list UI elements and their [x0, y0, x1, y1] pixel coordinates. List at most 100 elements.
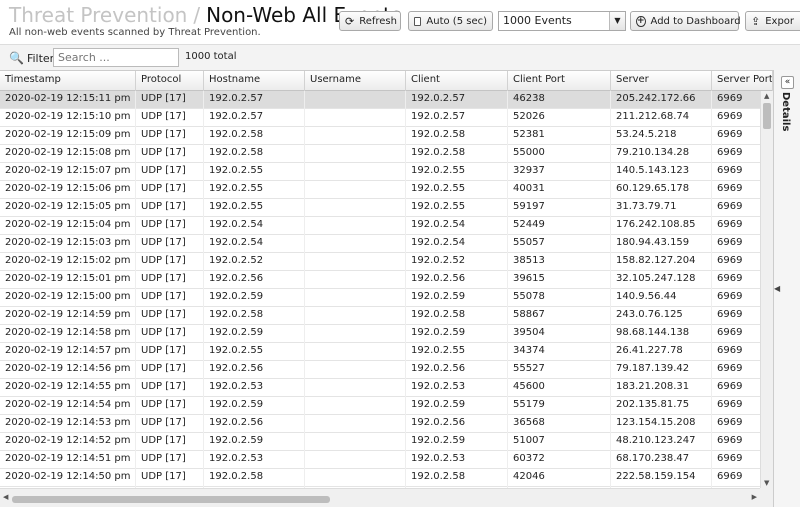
cell-timestamp: 2020-02-19 12:15:03 pm	[0, 235, 136, 253]
table-row[interactable]: 2020-02-19 12:14:59 pm UDP [17] 192.0.2.58…	[0, 307, 760, 325]
cell-server: 31.73.79.71	[611, 199, 712, 217]
column-header-client-port[interactable]: Client Port	[508, 71, 611, 91]
table-row[interactable]: 2020-02-19 12:14:58 pm UDP [17] 192.0.2.59…	[0, 325, 760, 343]
table-row[interactable]: 2020-02-19 12:15:01 pm UDP [17] 192.0.2.56…	[0, 271, 760, 289]
column-header-protocol[interactable]: Protocol	[136, 71, 204, 91]
scroll-down-icon[interactable]: ▼	[764, 479, 769, 487]
splitter-arrow-icon[interactable]: ◀	[774, 284, 780, 293]
cell-timestamp: 2020-02-19 12:15:07 pm	[0, 163, 136, 181]
cell-timestamp: 2020-02-19 12:14:55 pm	[0, 379, 136, 397]
export-button[interactable]: ⇪ Expor	[745, 11, 800, 31]
table-row[interactable]: 2020-02-19 12:15:04 pm UDP [17] 192.0.2.54…	[0, 217, 760, 235]
cell-server-port: 6969	[712, 451, 760, 469]
cell-protocol: UDP [17]	[136, 271, 204, 289]
column-header-server[interactable]: Server	[611, 71, 712, 91]
table-row[interactable]: 2020-02-19 12:15:09 pm UDP [17] 192.0.2.58…	[0, 127, 760, 145]
horizontal-scrollbar[interactable]: ◀ ▶	[0, 488, 760, 507]
cell-server: 68.170.238.47	[611, 451, 712, 469]
breadcrumb-separator: /	[193, 3, 201, 27]
cell-server-port: 6969	[712, 361, 760, 379]
cell-client-port: 59197	[508, 199, 611, 217]
cell-server-port: 6969	[712, 217, 760, 235]
cell-client: 192.0.2.54	[406, 235, 508, 253]
add-to-dashboard-button[interactable]: + Add to Dashboard	[630, 11, 741, 31]
cell-hostname: 192.0.2.55	[204, 343, 305, 361]
column-header-username[interactable]: Username	[305, 71, 406, 91]
vertical-scroll-thumb[interactable]	[763, 103, 771, 129]
horizontal-scroll-thumb[interactable]	[12, 496, 330, 503]
refresh-button[interactable]: ⟳ Refresh	[339, 11, 401, 31]
table-row[interactable]: 2020-02-19 12:15:05 pm UDP [17] 192.0.2.55…	[0, 199, 760, 217]
cell-server-port: 6969	[712, 379, 760, 397]
details-panel-label[interactable]: Details	[780, 92, 791, 131]
cell-server-port: 6969	[712, 163, 760, 181]
table-row[interactable]: 2020-02-19 12:14:55 pm UDP [17] 192.0.2.53…	[0, 379, 760, 397]
cell-server: 176.242.108.85	[611, 217, 712, 235]
cell-server-port: 6969	[712, 199, 760, 217]
events-count-select[interactable]: 1000 Events ▼	[498, 11, 626, 31]
cell-username	[305, 379, 406, 397]
table-row[interactable]: 2020-02-19 12:14:51 pm UDP [17] 192.0.2.53…	[0, 451, 760, 469]
cell-protocol: UDP [17]	[136, 199, 204, 217]
cell-server: 140.9.56.44	[611, 289, 712, 307]
add-to-dashboard-label: Add to Dashboard	[650, 15, 741, 27]
table-row[interactable]: 2020-02-19 12:15:06 pm UDP [17] 192.0.2.55…	[0, 181, 760, 199]
cell-client: 192.0.2.55	[406, 199, 508, 217]
vertical-scrollbar[interactable]: ▲ ▼	[760, 91, 773, 488]
table-row[interactable]: 2020-02-19 12:14:50 pm UDP [17] 192.0.2.58…	[0, 469, 760, 487]
breadcrumb-threat-prevention[interactable]: Threat Prevention	[9, 3, 187, 27]
table-row[interactable]: 2020-02-19 12:15:03 pm UDP [17] 192.0.2.54…	[0, 235, 760, 253]
cell-protocol: UDP [17]	[136, 91, 204, 109]
column-header-server-port[interactable]: Server Port	[712, 71, 773, 91]
cell-client: 192.0.2.53	[406, 379, 508, 397]
cell-client-port: 45600	[508, 379, 611, 397]
details-panel: « Details ◀	[773, 70, 800, 507]
chevron-down-icon[interactable]: ▼	[609, 12, 625, 30]
cell-protocol: UDP [17]	[136, 379, 204, 397]
cell-client-port: 36568	[508, 415, 611, 433]
search-input[interactable]	[53, 48, 179, 67]
table-row[interactable]: 2020-02-19 12:15:08 pm UDP [17] 192.0.2.58…	[0, 145, 760, 163]
cell-client: 192.0.2.59	[406, 289, 508, 307]
cell-client-port: 52449	[508, 217, 611, 235]
cell-server-port: 6969	[712, 469, 760, 487]
column-header-hostname[interactable]: Hostname	[204, 71, 305, 91]
table-row[interactable]: 2020-02-19 12:15:02 pm UDP [17] 192.0.2.52…	[0, 253, 760, 271]
cell-client-port: 46238	[508, 91, 611, 109]
cell-client: 192.0.2.56	[406, 415, 508, 433]
cell-client: 192.0.2.58	[406, 145, 508, 163]
expand-details-icon[interactable]: «	[781, 76, 794, 89]
cell-username	[305, 289, 406, 307]
auto-refresh-toggle[interactable]: Auto (5 sec)	[408, 11, 493, 31]
scroll-right-icon[interactable]: ▶	[752, 493, 757, 501]
table-row[interactable]: 2020-02-19 12:14:57 pm UDP [17] 192.0.2.55…	[0, 343, 760, 361]
cell-protocol: UDP [17]	[136, 415, 204, 433]
cell-username	[305, 415, 406, 433]
cell-timestamp: 2020-02-19 12:14:53 pm	[0, 415, 136, 433]
scroll-left-icon[interactable]: ◀	[3, 493, 8, 501]
cell-username	[305, 361, 406, 379]
cell-client-port: 39504	[508, 325, 611, 343]
table-row[interactable]: 2020-02-19 12:15:10 pm UDP [17] 192.0.2.57…	[0, 109, 760, 127]
cell-username	[305, 433, 406, 451]
table-row[interactable]: 2020-02-19 12:15:00 pm UDP [17] 192.0.2.59…	[0, 289, 760, 307]
column-header-timestamp[interactable]: Timestamp	[0, 71, 136, 91]
table-row[interactable]: 2020-02-19 12:14:56 pm UDP [17] 192.0.2.56…	[0, 361, 760, 379]
table-row[interactable]: 2020-02-19 12:14:52 pm UDP [17] 192.0.2.59…	[0, 433, 760, 451]
cell-server: 32.105.247.128	[611, 271, 712, 289]
table-row[interactable]: 2020-02-19 12:14:54 pm UDP [17] 192.0.2.59…	[0, 397, 760, 415]
cell-timestamp: 2020-02-19 12:14:57 pm	[0, 343, 136, 361]
cell-timestamp: 2020-02-19 12:15:02 pm	[0, 253, 136, 271]
cell-timestamp: 2020-02-19 12:14:50 pm	[0, 469, 136, 487]
cell-server: 243.0.76.125	[611, 307, 712, 325]
table-row[interactable]: 2020-02-19 12:15:11 pm UDP [17] 192.0.2.57…	[0, 91, 760, 109]
table-row[interactable]: 2020-02-19 12:15:07 pm UDP [17] 192.0.2.55…	[0, 163, 760, 181]
column-header-client[interactable]: Client	[406, 71, 508, 91]
auto-refresh-checkbox[interactable]	[414, 16, 422, 26]
cell-client: 192.0.2.58	[406, 307, 508, 325]
cell-hostname: 192.0.2.54	[204, 217, 305, 235]
cell-client-port: 38513	[508, 253, 611, 271]
scroll-up-icon[interactable]: ▲	[764, 92, 769, 100]
cell-username	[305, 235, 406, 253]
table-row[interactable]: 2020-02-19 12:14:53 pm UDP [17] 192.0.2.56…	[0, 415, 760, 433]
